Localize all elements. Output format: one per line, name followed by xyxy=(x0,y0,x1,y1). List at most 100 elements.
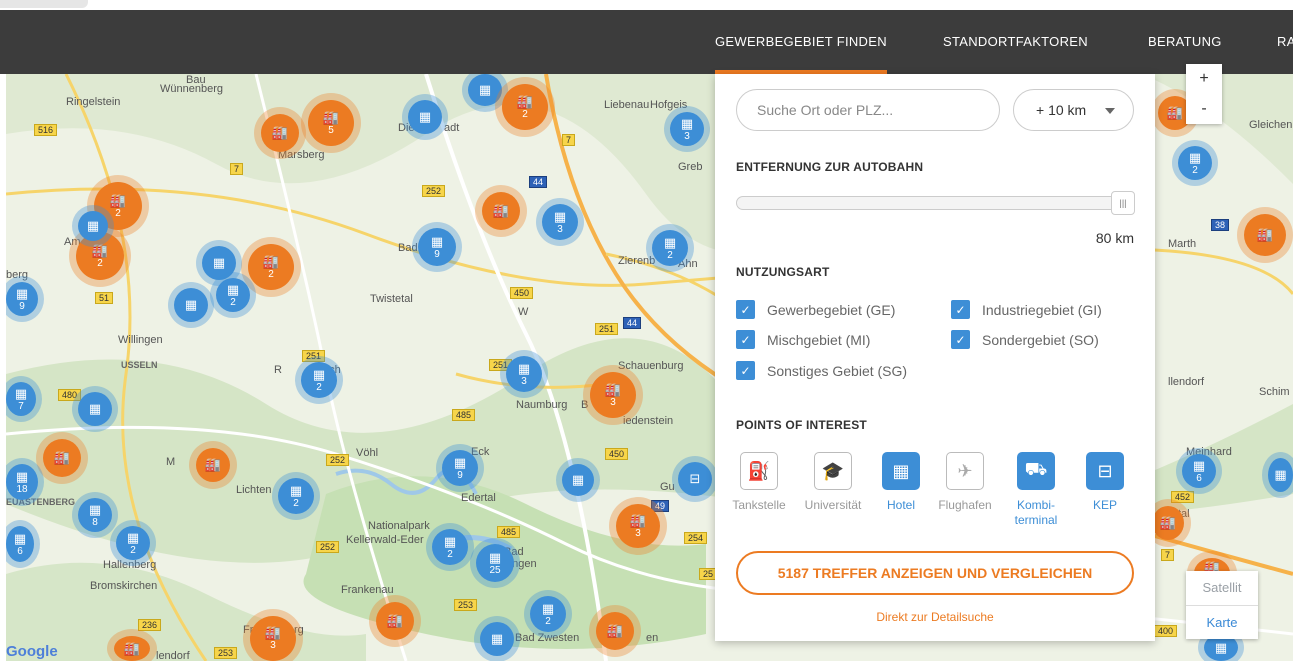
factory-icon: 🏭 xyxy=(629,512,647,528)
cluster-marker-kep[interactable]: ⊟ xyxy=(678,462,712,496)
cluster-marker-industry[interactable]: 🏭 xyxy=(482,192,520,230)
checkbox-mischgebiet[interactable]: ✓ Mischgebiet (MI) xyxy=(736,330,870,349)
cluster-marker-hotel[interactable]: ▦ xyxy=(78,392,112,426)
map-type-satellite-button[interactable]: Satellit xyxy=(1186,571,1258,605)
hotel-icon: ▦ xyxy=(88,401,102,416)
cluster-marker-hotel[interactable]: ▦ 9 xyxy=(6,282,38,316)
hotel-icon: ▦ xyxy=(1192,457,1206,473)
poi-kep[interactable]: ⊟ KEP xyxy=(1070,452,1140,513)
cluster-marker-industry[interactable]: 🏭 xyxy=(261,114,299,152)
cluster-marker-industry[interactable]: 🏭 3 xyxy=(590,372,636,418)
cluster-marker-hotel[interactable]: ▦ 7 xyxy=(6,382,36,416)
hotel-icon: ▦ xyxy=(1214,639,1228,655)
distance-slider-track[interactable] xyxy=(736,196,1134,210)
cluster-marker-hotel[interactable]: ▦ xyxy=(408,100,442,134)
cluster-marker-hotel[interactable]: ▦ 2 xyxy=(432,529,468,565)
hotel-icon: ▦ xyxy=(289,482,303,498)
hotel-icon: ▦ xyxy=(13,530,27,546)
cluster-marker-industry[interactable]: 🏭 5 xyxy=(308,100,354,146)
zoom-out-button[interactable]: - xyxy=(1186,94,1222,124)
checkbox-industriegebiet[interactable]: ✓ Industriegebiet (GI) xyxy=(951,300,1102,319)
cluster-marker-hotel[interactable]: ▦ 6 xyxy=(1182,454,1216,488)
cluster-marker-industry[interactable]: 🏭 xyxy=(1244,214,1286,256)
cluster-marker-hotel[interactable]: ▦ 2 xyxy=(530,596,566,632)
cluster-marker-industry[interactable]: 🏭2 xyxy=(248,244,294,290)
road-shield: 44 xyxy=(529,176,548,188)
cluster-marker-industry[interactable]: 🏭 xyxy=(596,612,634,650)
cluster-marker-hotel[interactable]: ▦ 8 xyxy=(78,498,112,532)
cluster-marker-industry[interactable]: 🏭 xyxy=(114,636,150,661)
cluster-marker-hotel[interactable]: ▦ 2 xyxy=(216,278,250,312)
checkbox-sondergebiet[interactable]: ✓ Sondergebiet (SO) xyxy=(951,330,1099,349)
distance-slider-handle[interactable]: ||| xyxy=(1111,191,1135,215)
map-label: M xyxy=(166,456,176,468)
fuel-pump-icon: ⛽ xyxy=(740,452,778,490)
factory-icon: 🏭 xyxy=(1159,515,1177,530)
cluster-marker-hotel[interactable]: ▦ 2 xyxy=(1178,146,1212,180)
factory-icon: 🏭 xyxy=(53,450,71,465)
cluster-marker-hotel[interactable]: ▦ xyxy=(1268,458,1293,492)
hotel-icon: ▦ xyxy=(571,472,585,487)
cluster-marker-hotel[interactable]: ▦ 2 xyxy=(278,478,314,514)
map-label: Greb xyxy=(678,161,703,173)
checkbox-sonstiges-gebiet[interactable]: ✓ Sonstiges Gebiet (SG) xyxy=(736,361,907,380)
cluster-marker-hotel[interactable]: ▦ xyxy=(78,211,108,241)
detail-search-link[interactable]: Direkt zur Detailsuche xyxy=(715,610,1155,624)
road-shield: 7 xyxy=(230,163,244,175)
cluster-marker-industry[interactable]: 🏭 xyxy=(43,439,81,477)
hotel-icon: ▦ xyxy=(226,281,240,297)
cluster-marker-hotel[interactable]: ▦ 3 xyxy=(506,356,542,392)
show-results-button[interactable]: 5187 TREFFER ANZEIGEN UND VERGLEICHEN xyxy=(736,551,1134,595)
radius-select[interactable]: + 10 km xyxy=(1013,89,1134,131)
factory-icon: 🏭 xyxy=(204,457,222,472)
poi-tankstelle[interactable]: ⛽ Tankstelle xyxy=(724,452,794,513)
cluster-marker-hotel[interactable]: ▦ 6 xyxy=(6,526,34,562)
cluster-marker-hotel[interactable]: ▦ 3 xyxy=(542,204,578,240)
cluster-marker-hotel[interactable]: ▦ xyxy=(174,288,208,322)
hotel-icon: ▦ xyxy=(212,255,226,270)
cluster-marker-hotel[interactable]: ▦ 9 xyxy=(442,450,478,486)
road-shield: 252 xyxy=(422,185,446,197)
checkbox-gewerbegebiet[interactable]: ✓ Gewerbegebiet (GE) xyxy=(736,300,895,319)
map-label: Bad xyxy=(398,242,418,254)
cluster-marker-hotel[interactable]: ▦ xyxy=(562,464,594,496)
hotel-icon: ▦ xyxy=(663,234,677,250)
cluster-marker-hotel[interactable]: ▦ 2 xyxy=(301,362,337,398)
zoom-in-button[interactable]: + xyxy=(1186,64,1222,94)
road-shield: 450 xyxy=(510,287,534,299)
cluster-marker-industry[interactable]: 🏭 xyxy=(1152,506,1184,540)
hotel-icon: ▦ xyxy=(553,208,567,224)
cluster-marker-hotel[interactable]: ▦ xyxy=(202,246,236,280)
road-shield: 452 xyxy=(1171,491,1195,503)
check-icon: ✓ xyxy=(951,330,970,349)
map-label: Nationalpark xyxy=(368,520,430,532)
hotel-icon: ▦ xyxy=(1188,149,1202,165)
check-icon: ✓ xyxy=(736,300,755,319)
cluster-marker-industry[interactable]: 🏭 xyxy=(376,602,414,640)
poi-hotel[interactable]: ▦ Hotel xyxy=(866,452,936,513)
cluster-marker-hotel[interactable]: ▦ xyxy=(480,622,514,656)
cluster-marker-hotel[interactable]: ▦ 9 xyxy=(418,228,456,266)
location-search-input[interactable] xyxy=(736,89,1000,131)
poi-flughafen[interactable]: ✈ Flughafen xyxy=(930,452,1000,513)
poi-universitaet[interactable]: 🎓 Universität xyxy=(798,452,868,513)
cluster-marker-hotel[interactable]: ▦ 18 xyxy=(6,464,38,500)
nav-standortfaktoren[interactable]: STANDORTFAKTOREN xyxy=(943,10,1088,74)
poi-kombiterminal[interactable]: ⛟ Kombi-terminal xyxy=(1001,452,1071,528)
factory-icon: 🏭 xyxy=(1166,105,1184,120)
cluster-marker-hotel[interactable]: ▦ 25 xyxy=(476,544,514,582)
cluster-marker-hotel[interactable]: ▦ 2 xyxy=(116,526,150,560)
nav-gewerbegebiet-finden[interactable]: GEWERBEGEBIET FINDEN xyxy=(715,10,887,74)
usage-section-title: NUTZUNGSART xyxy=(736,265,830,279)
nav-ra[interactable]: RA xyxy=(1277,10,1293,74)
cluster-marker-hotel[interactable]: ▦ 3 xyxy=(670,112,704,146)
cluster-marker-industry[interactable]: 🏭 3 xyxy=(250,616,296,661)
map-label: Wünnenberg xyxy=(160,83,223,95)
cluster-marker-hotel[interactable]: ▦ xyxy=(468,74,502,106)
cluster-marker-industry[interactable]: 🏭 3 xyxy=(616,504,660,548)
cluster-marker-industry[interactable]: 🏭2 xyxy=(502,84,548,130)
graduation-cap-icon: 🎓 xyxy=(814,452,852,490)
cluster-marker-industry[interactable]: 🏭 xyxy=(196,448,230,482)
map-type-map-button[interactable]: Karte xyxy=(1186,605,1258,639)
cluster-marker-hotel[interactable]: ▦ 2 xyxy=(652,230,688,266)
